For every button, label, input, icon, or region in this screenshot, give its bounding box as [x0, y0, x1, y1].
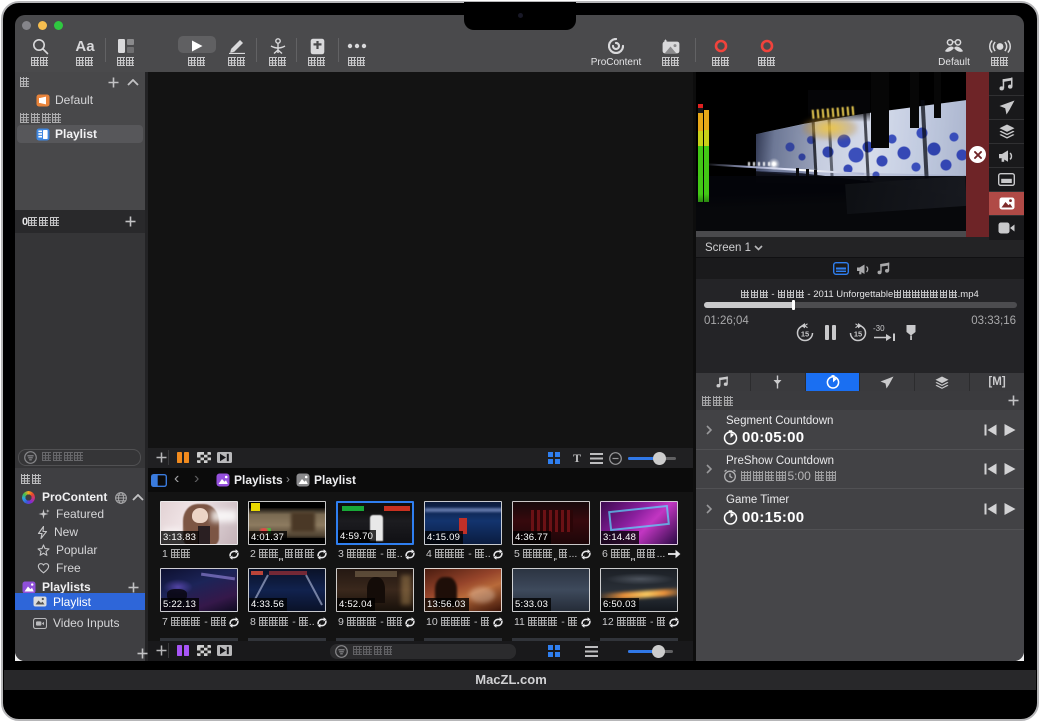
svg-text:-30: -30: [873, 324, 885, 333]
svg-text:15: 15: [854, 329, 862, 338]
svg-text:15: 15: [801, 329, 809, 338]
